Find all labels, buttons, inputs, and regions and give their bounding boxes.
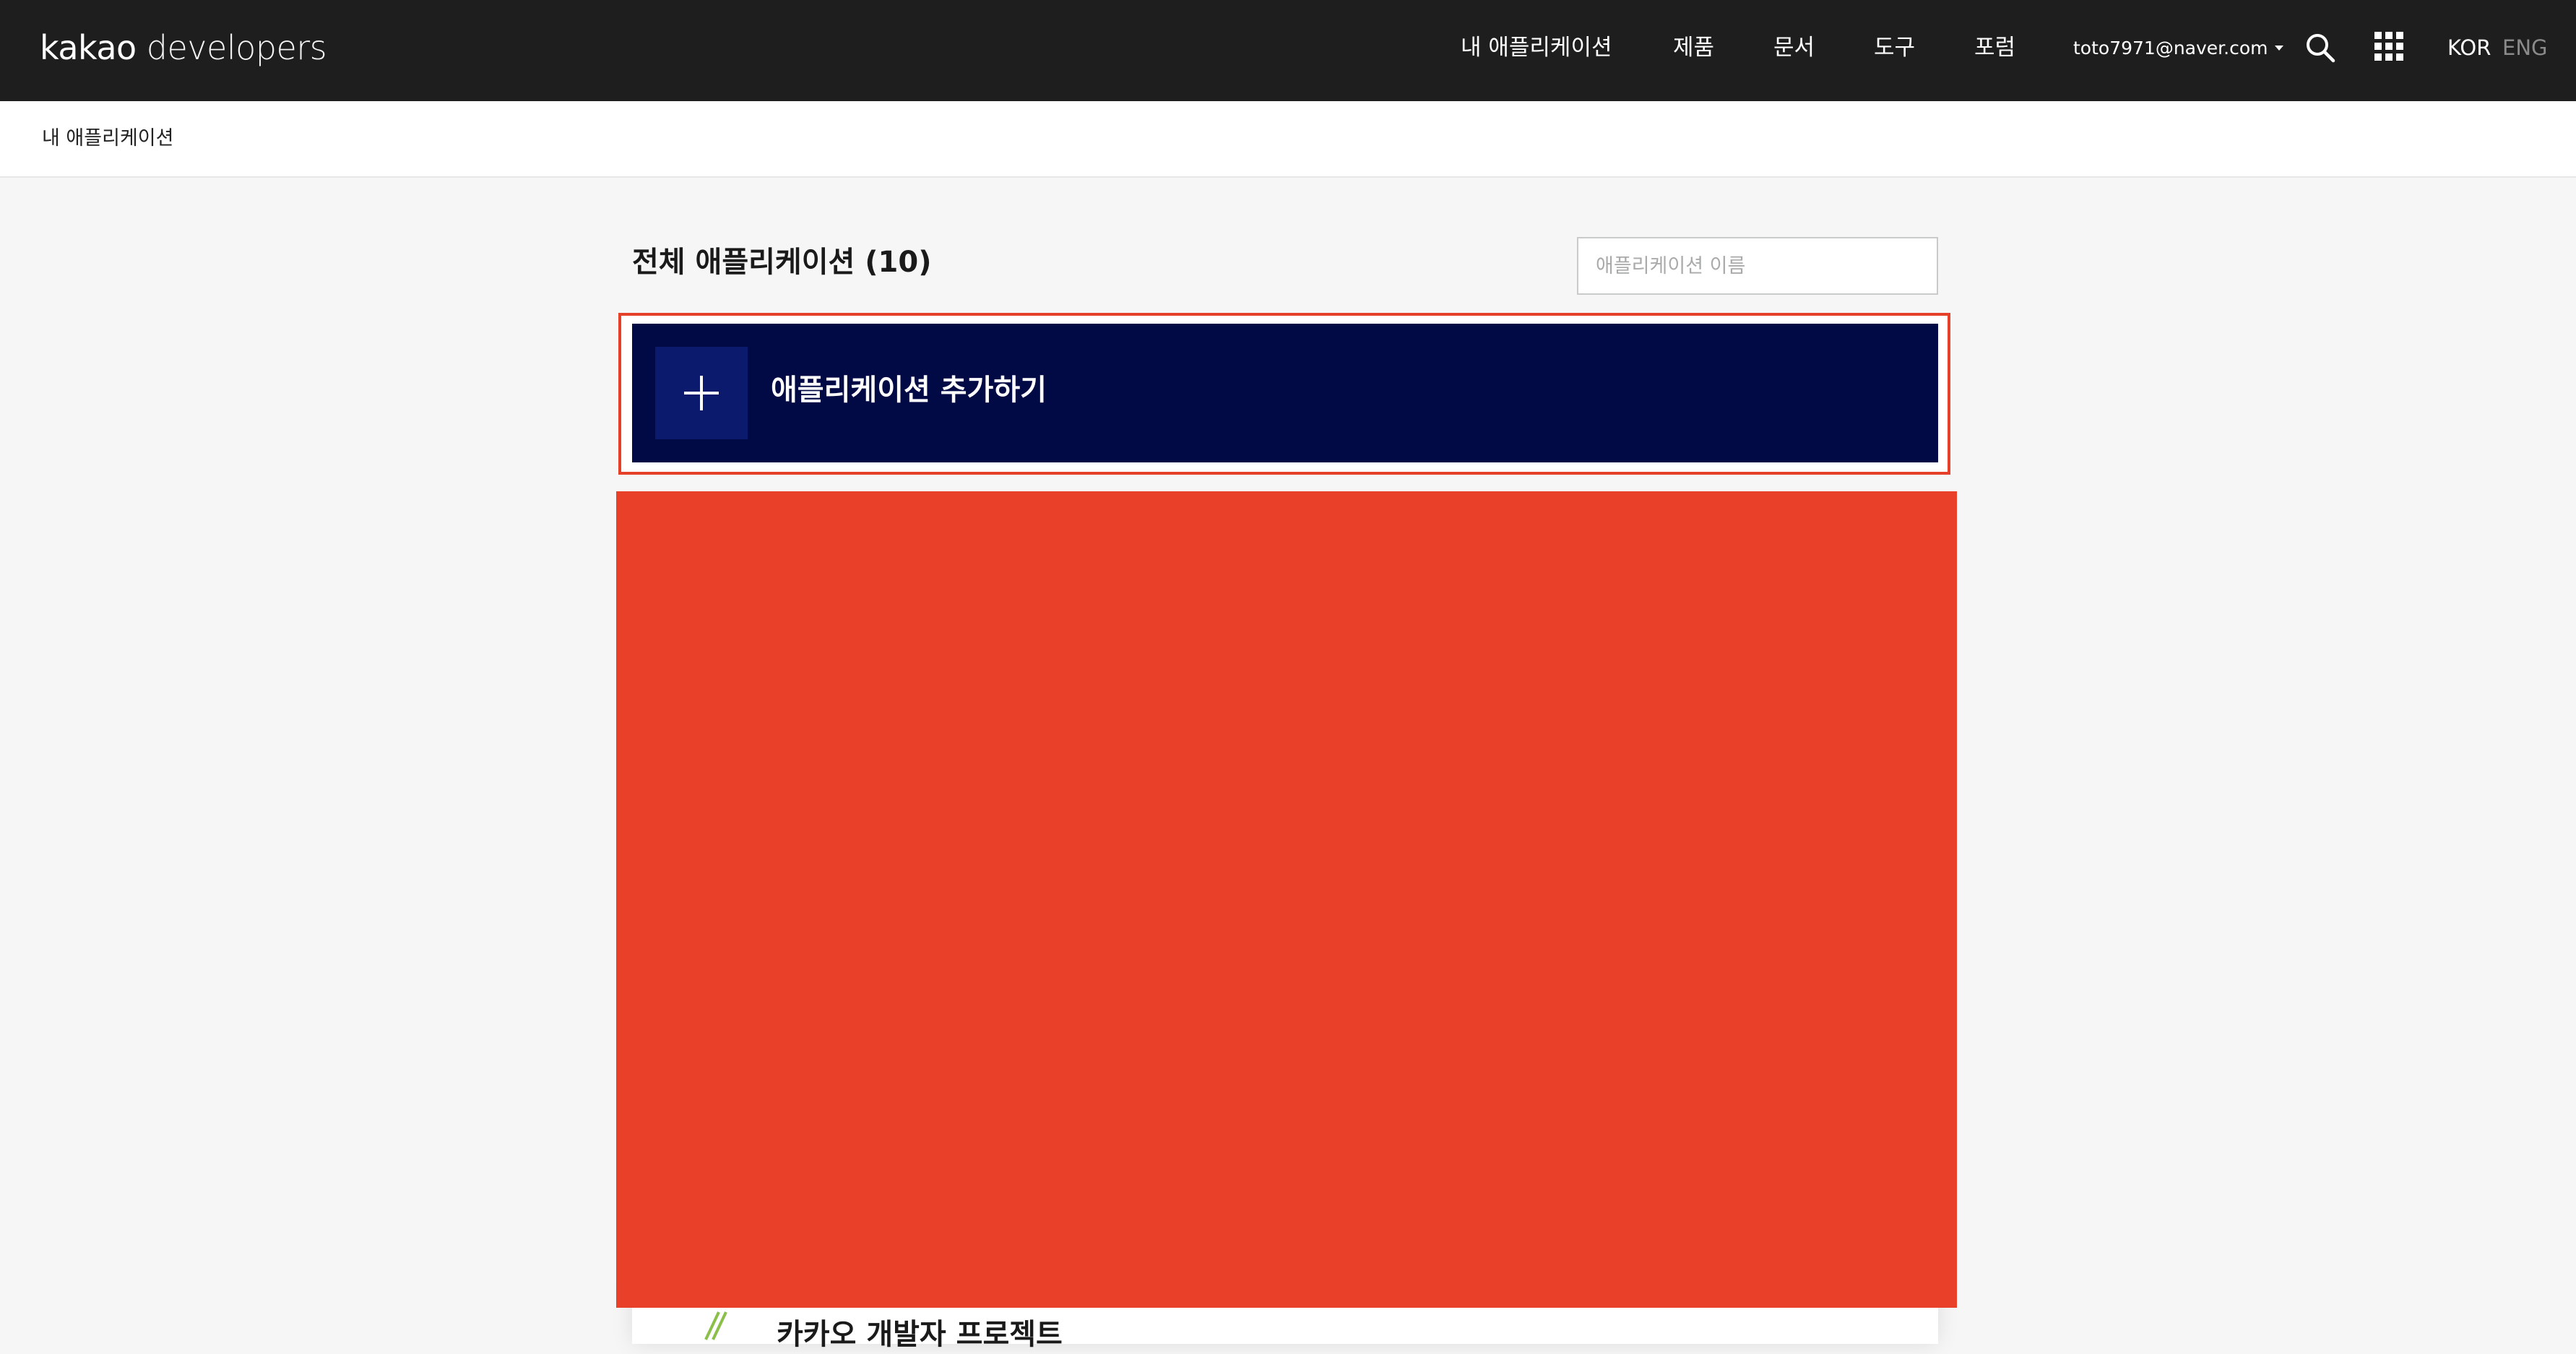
account-email: toto7971@naver.com — [2073, 38, 2268, 59]
account-menu[interactable]: toto7971@naver.com — [2073, 35, 2284, 62]
add-application-button[interactable]: 애플리케이션 추가하기 — [632, 324, 1938, 462]
application-card-title: 카카오 개발자 프로젝트 — [777, 1318, 1063, 1351]
nav-tools[interactable]: 도구 — [1874, 32, 1915, 64]
apps-grid-icon[interactable] — [2373, 30, 2405, 62]
nav-forum[interactable]: 포럼 — [1974, 32, 2015, 64]
breadcrumb-current[interactable]: 내 애플리케이션 — [42, 126, 173, 152]
top-navigation-bar: kakao developers 내 애플리케이션 제품 문서 도구 포럼 to… — [0, 0, 2576, 101]
kakao-developers-logo[interactable]: kakao developers — [40, 26, 327, 69]
logo-suffix: developers — [136, 28, 327, 67]
search-icon[interactable] — [2304, 32, 2336, 64]
redacted-area — [616, 491, 1957, 1308]
lang-kor[interactable]: KOR — [2447, 33, 2491, 62]
page-title: 전체 애플리케이션 (10) — [632, 246, 932, 279]
plus-icon — [655, 347, 748, 439]
logo-brand: kakao — [40, 28, 137, 67]
app-thumbnail-icon — [704, 1311, 727, 1340]
nav-products[interactable]: 제품 — [1673, 32, 1714, 64]
lang-eng[interactable]: ENG — [2502, 33, 2548, 62]
nav-docs[interactable]: 문서 — [1773, 32, 1815, 64]
app-search-input[interactable] — [1577, 237, 1938, 295]
nav-my-applications[interactable]: 내 애플리케이션 — [1461, 32, 1612, 64]
breadcrumb: 내 애플리케이션 — [0, 101, 2576, 178]
caret-down-icon — [2275, 45, 2284, 51]
add-application-label: 애플리케이션 추가하기 — [771, 374, 1047, 407]
